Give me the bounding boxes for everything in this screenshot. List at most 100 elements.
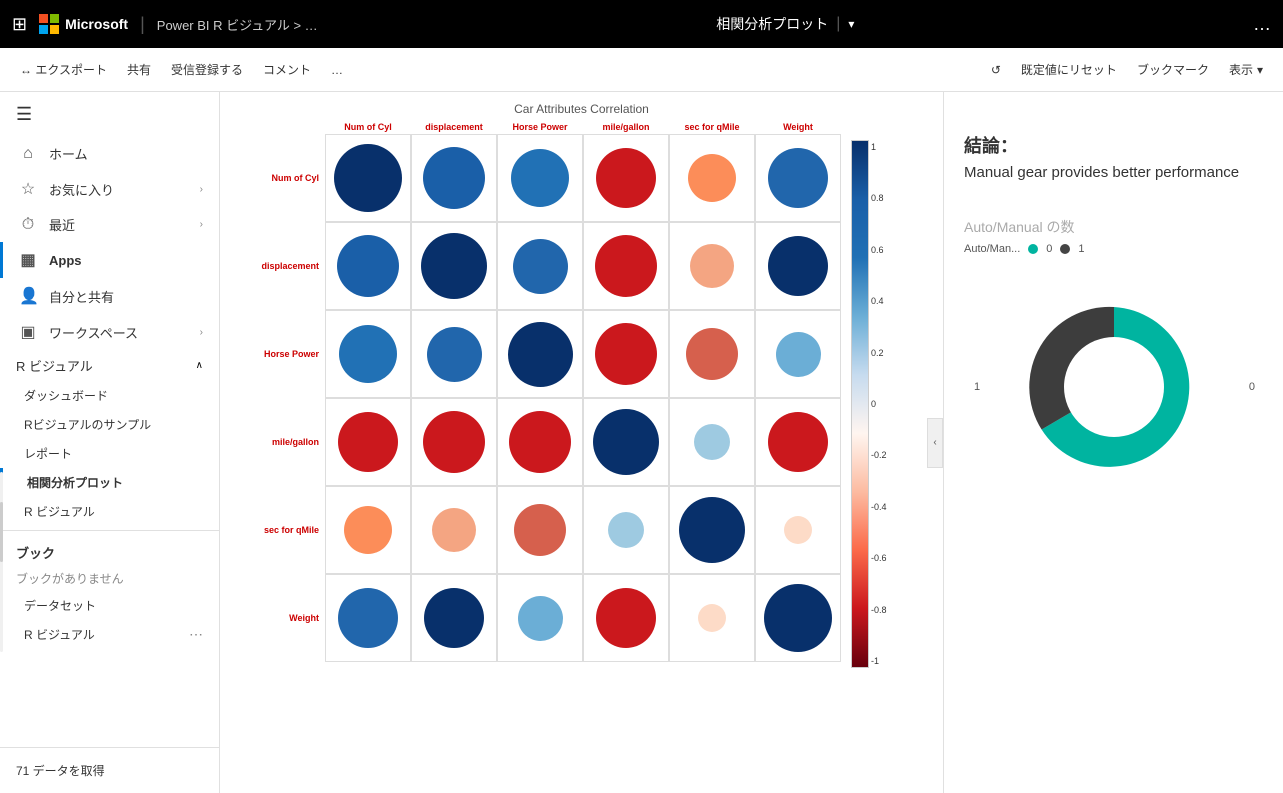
- sidebar-book-empty: ブックがありません: [0, 566, 219, 591]
- matrix-cell-5-0[interactable]: [325, 574, 411, 662]
- sidebar-item-favorites[interactable]: ☆ お気に入り ›: [0, 171, 219, 207]
- matrix-row-2: Horse Power: [230, 310, 841, 398]
- matrix-cell-4-2[interactable]: [497, 486, 583, 574]
- comment-button[interactable]: コメント: [255, 57, 319, 82]
- ms-logo: [39, 14, 59, 34]
- matrix-cell-2-2[interactable]: [497, 310, 583, 398]
- grid-icon[interactable]: ⊞: [12, 14, 27, 35]
- bubble-4-0: [344, 506, 392, 554]
- matrix-cell-5-4[interactable]: [669, 574, 755, 662]
- r-visual-label: R ビジュアル: [24, 503, 95, 520]
- scale-n08: -0.8: [871, 605, 887, 615]
- matrix-cell-3-4[interactable]: [669, 398, 755, 486]
- sidebar-sub-report[interactable]: レポート: [0, 439, 219, 468]
- sidebar-sub-r-sample[interactable]: Rビジュアルのサンプル: [0, 410, 219, 439]
- matrix-cell-2-0[interactable]: [325, 310, 411, 398]
- subscribe-button[interactable]: 受信登録する: [163, 57, 251, 82]
- topbar: ⊞ Microsoft | Power BI R ビジュアル > … 相関分析プ…: [0, 0, 1283, 48]
- bubble-5-0: [338, 588, 398, 648]
- matrix-cell-5-3[interactable]: [583, 574, 669, 662]
- matrix-cell-1-1[interactable]: [411, 222, 497, 310]
- more-dots-icon[interactable]: ⋯: [189, 626, 203, 643]
- breadcrumb[interactable]: Power BI R ビジュアル > …: [157, 15, 318, 34]
- hamburger-icon[interactable]: ☰: [16, 104, 32, 125]
- topbar-dropdown-icon[interactable]: ▾: [848, 17, 854, 31]
- person-icon: 👤: [19, 286, 37, 306]
- matrix-cell-0-3[interactable]: [583, 134, 669, 222]
- matrix-cell-4-5[interactable]: [755, 486, 841, 574]
- export-button[interactable]: ↔ エクスポート: [12, 57, 115, 82]
- sidebar-shared-label: 自分と共有: [49, 287, 114, 306]
- sidebar-item-workspace[interactable]: ▣ ワークスペース ›: [0, 314, 219, 350]
- collapse-panel-button[interactable]: ‹: [927, 418, 943, 468]
- scale-n04: -0.4: [871, 502, 887, 512]
- sidebar-item-recent[interactable]: ⏱ 最近 ›: [0, 207, 219, 242]
- matrix-cell-1-2[interactable]: [497, 222, 583, 310]
- matrix-cell-2-5[interactable]: [755, 310, 841, 398]
- bubble-3-1: [423, 411, 485, 473]
- matrix-cell-2-3[interactable]: [583, 310, 669, 398]
- matrix-cell-2-4[interactable]: [669, 310, 755, 398]
- donut-label-0: 0: [1249, 381, 1255, 393]
- brand-label: Microsoft: [65, 16, 128, 32]
- ribbon-more-button[interactable]: …: [323, 59, 351, 81]
- matrix-cell-3-5[interactable]: [755, 398, 841, 486]
- scale-n06: -0.6: [871, 553, 887, 563]
- bubble-2-2: [508, 322, 573, 387]
- sidebar-sub-dataset[interactable]: データセット: [0, 591, 219, 620]
- sidebar-sub-dashboard[interactable]: ダッシュボード: [0, 381, 219, 410]
- matrix-cell-1-4[interactable]: [669, 222, 755, 310]
- matrix-cell-5-2[interactable]: [497, 574, 583, 662]
- sidebar-favorites-label: お気に入り: [49, 180, 114, 199]
- matrix-cell-1-3[interactable]: [583, 222, 669, 310]
- bubble-3-4: [694, 424, 730, 460]
- matrix-cell-3-3[interactable]: [583, 398, 669, 486]
- matrix-cell-0-2[interactable]: [497, 134, 583, 222]
- conclusion-text: Manual gear provides better performance: [964, 162, 1263, 185]
- view-button[interactable]: 表示 ▾: [1221, 57, 1271, 82]
- sidebar-header[interactable]: ☰: [0, 92, 219, 136]
- chevron-down-icon: ▾: [1257, 63, 1263, 77]
- matrix-cell-3-2[interactable]: [497, 398, 583, 486]
- matrix-cell-5-5[interactable]: [755, 574, 841, 662]
- matrix-cell-1-5[interactable]: [755, 222, 841, 310]
- matrix-cell-1-0[interactable]: [325, 222, 411, 310]
- undo-button[interactable]: ↺: [983, 59, 1009, 81]
- sidebar-sub-correlation[interactable]: 相関分析プロット: [0, 468, 219, 497]
- matrix-cell-0-0[interactable]: [325, 134, 411, 222]
- scale-1: 1: [871, 142, 887, 152]
- content-area: Car Attributes Correlation Num of Cyl di…: [220, 92, 1283, 793]
- bookmark-button[interactable]: ブックマーク: [1129, 57, 1217, 82]
- matrix-cell-0-5[interactable]: [755, 134, 841, 222]
- matrix-cell-5-1[interactable]: [411, 574, 497, 662]
- bubble-1-1: [421, 233, 487, 299]
- matrix-cell-4-4[interactable]: [669, 486, 755, 574]
- sidebar-sub-r-visual[interactable]: R ビジュアル: [0, 497, 219, 526]
- matrix-cell-3-1[interactable]: [411, 398, 497, 486]
- r-visual-section-header[interactable]: R ビジュアル ∧: [0, 350, 219, 381]
- donut-label-1: 1: [974, 381, 980, 393]
- matrix-cell-4-1[interactable]: [411, 486, 497, 574]
- col-header-1: displacement: [411, 122, 497, 132]
- export-label: ↔ エクスポート: [20, 61, 107, 78]
- sidebar-item-apps[interactable]: ▦ Apps: [0, 242, 219, 278]
- reset-button[interactable]: 既定値にリセット: [1013, 57, 1125, 82]
- matrix-cell-0-1[interactable]: [411, 134, 497, 222]
- topbar-more-icon[interactable]: …: [1253, 14, 1271, 35]
- bubble-2-0: [339, 325, 397, 383]
- sidebar-sub-r-visual2[interactable]: R ビジュアル ⋯: [0, 620, 219, 649]
- sidebar-item-shared[interactable]: 👤 自分と共有: [0, 278, 219, 314]
- matrix-cell-3-0[interactable]: [325, 398, 411, 486]
- matrix-cell-4-0[interactable]: [325, 486, 411, 574]
- share-button[interactable]: 共有: [119, 57, 159, 82]
- matrix-cell-2-1[interactable]: [411, 310, 497, 398]
- sidebar-item-home[interactable]: ⌂ ホーム: [0, 136, 219, 171]
- matrix-cell-0-4[interactable]: [669, 134, 755, 222]
- get-data-button[interactable]: 71 データを取得: [16, 756, 203, 785]
- bubble-4-4: [679, 497, 745, 563]
- scale-08: 0.8: [871, 193, 887, 203]
- bubble-5-3: [596, 588, 656, 648]
- matrix-rows: Num of CyldisplacementHorse Powermile/ga…: [230, 134, 841, 662]
- comment-label: コメント: [263, 61, 311, 78]
- matrix-cell-4-3[interactable]: [583, 486, 669, 574]
